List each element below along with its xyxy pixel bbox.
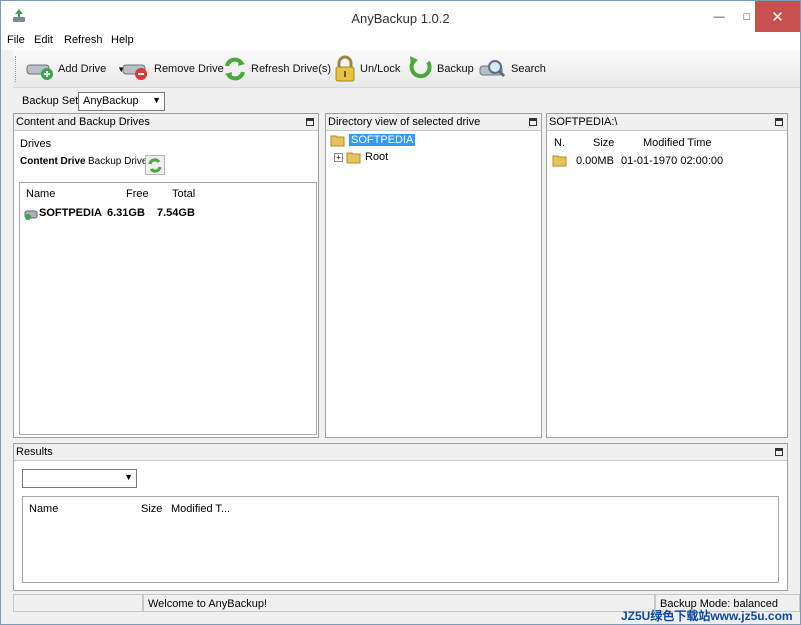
add-drive-label: Add Drive — [58, 63, 107, 75]
add-drive-icon — [26, 64, 53, 80]
folder-open-icon — [330, 135, 345, 146]
drives-panel: Content and Backup Drives Drives Content… — [13, 113, 319, 438]
close-button[interactable]: ✕ — [755, 1, 800, 32]
tab-content-drive[interactable]: Content Drive — [20, 156, 86, 167]
drive-free: 6.31GB — [107, 207, 145, 219]
results-panel-title: Results — [16, 446, 53, 458]
drives-panel-header: Content and Backup Drives — [14, 114, 318, 131]
column-header-total[interactable]: Total — [172, 188, 195, 200]
column-header-n[interactable]: N. — [554, 137, 565, 149]
menu-refresh[interactable]: Refresh — [64, 34, 103, 46]
results-list[interactable]: Name Size Modified T... — [22, 496, 779, 583]
files-panel-title: SOFTPEDIA:\ — [549, 116, 618, 128]
pin-icon[interactable] — [775, 118, 783, 126]
unlock-label: Un/Lock — [360, 63, 401, 75]
directory-panel-title: Directory view of selected drive — [328, 116, 481, 128]
results-filter-select[interactable]: ▼ — [22, 469, 137, 488]
pin-icon[interactable] — [775, 448, 783, 456]
directory-panel: Directory view of selected drive SOFTPED… — [325, 113, 542, 438]
refresh-drives-button[interactable]: Refresh Drive(s) — [222, 55, 331, 83]
pin-icon[interactable] — [306, 118, 314, 126]
refresh-drives-label: Refresh Drive(s) — [251, 63, 332, 75]
search-label: Search — [511, 63, 546, 75]
directory-panel-header: Directory view of selected drive — [326, 114, 541, 131]
results-panel-header: Results — [14, 444, 787, 461]
window-title: AnyBackup 1.0.2 — [351, 11, 450, 26]
chevron-down-icon: ▼ — [152, 95, 161, 105]
file-modified: 01-01-1970 02:00:00 — [621, 155, 724, 167]
drive-name: SOFTPEDIA — [39, 207, 102, 219]
title-bar: AnyBackup 1.0.2 — □ ✕ — [1, 1, 800, 32]
toolbar: Add Drive ▼ Remove Drive Refresh Drive(s… — [13, 50, 800, 88]
search-icon — [479, 60, 506, 78]
refresh-drives-small-button[interactable] — [145, 155, 165, 175]
toolbar-grip[interactable] — [15, 56, 18, 82]
backup-icon — [409, 56, 432, 79]
results-panel: Results ▼ Name Size Modified T... — [13, 443, 788, 591]
column-header-size[interactable]: Size — [593, 137, 614, 149]
remove-drive-button[interactable]: Remove Drive — [121, 55, 224, 83]
file-size: 0.00MB — [576, 155, 614, 167]
backup-label: Backup — [437, 63, 474, 75]
refresh-icon — [225, 57, 245, 81]
tab-backup-drive[interactable]: Backup Drive — [88, 156, 147, 167]
minimize-button[interactable]: — — [705, 1, 733, 32]
table-row[interactable]: 0.00MB 01-01-1970 02:00:00 — [552, 154, 782, 168]
column-header-name[interactable]: Name — [26, 188, 55, 200]
table-row[interactable]: SOFTPEDIA 6.31GB 7.54GB — [24, 207, 224, 221]
backup-set-label: Backup Set: — [22, 95, 82, 107]
drive-icon — [24, 210, 38, 220]
tree-node-root[interactable]: + Root — [334, 150, 388, 164]
column-header-name[interactable]: Name — [29, 503, 58, 515]
folder-icon — [552, 155, 567, 167]
files-panel-header: SOFTPEDIA:\ — [547, 114, 787, 131]
menu-bar: File Edit Refresh Help — [1, 32, 800, 50]
status-cell-left — [13, 594, 143, 612]
backup-set-bar: Backup Set: AnyBackup ▼ — [13, 90, 800, 112]
status-message: Welcome to AnyBackup! — [143, 594, 655, 612]
column-header-free[interactable]: Free — [126, 188, 149, 200]
tree-node-root-label: Root — [365, 151, 389, 163]
remove-drive-icon — [122, 64, 147, 80]
drives-panel-title: Content and Backup Drives — [16, 116, 150, 128]
tree-node-drive[interactable]: SOFTPEDIA — [330, 133, 416, 147]
backup-set-value: AnyBackup — [83, 95, 139, 107]
drives-list[interactable]: Name Free Total SOFTPEDIA 6.31GB 7.54GB — [19, 182, 317, 435]
menu-file[interactable]: File — [7, 34, 25, 46]
app-window: AnyBackup 1.0.2 — □ ✕ File Edit Refresh … — [0, 0, 801, 625]
menu-help[interactable]: Help — [111, 34, 134, 46]
lock-icon — [335, 55, 355, 82]
tree-node-drive-label: SOFTPEDIA — [349, 134, 416, 146]
refresh-icon — [148, 158, 162, 173]
expand-icon[interactable]: + — [334, 152, 343, 162]
menu-edit[interactable]: Edit — [34, 34, 53, 46]
drive-total: 7.54GB — [157, 207, 195, 219]
column-header-modified[interactable]: Modified T... — [171, 503, 230, 515]
search-button[interactable]: Search — [478, 55, 546, 83]
watermark-text: JZ5U绿色下载站www.jz5u.com — [621, 609, 793, 623]
backup-button[interactable]: Backup — [406, 55, 474, 83]
drives-label: Drives — [20, 138, 52, 150]
remove-drive-label: Remove Drive — [154, 63, 224, 75]
pin-icon[interactable] — [529, 118, 537, 126]
folder-icon — [346, 152, 361, 163]
backup-set-select[interactable]: AnyBackup ▼ — [78, 92, 165, 111]
column-header-modified[interactable]: Modified Time — [643, 137, 711, 149]
unlock-button[interactable]: Un/Lock — [333, 55, 400, 83]
chevron-down-icon: ▼ — [124, 472, 133, 482]
files-panel: SOFTPEDIA:\ N. Size Modified Time 0.00MB… — [546, 113, 788, 438]
column-header-size[interactable]: Size — [141, 503, 162, 515]
add-drive-button[interactable]: Add Drive ▼ — [25, 55, 125, 83]
